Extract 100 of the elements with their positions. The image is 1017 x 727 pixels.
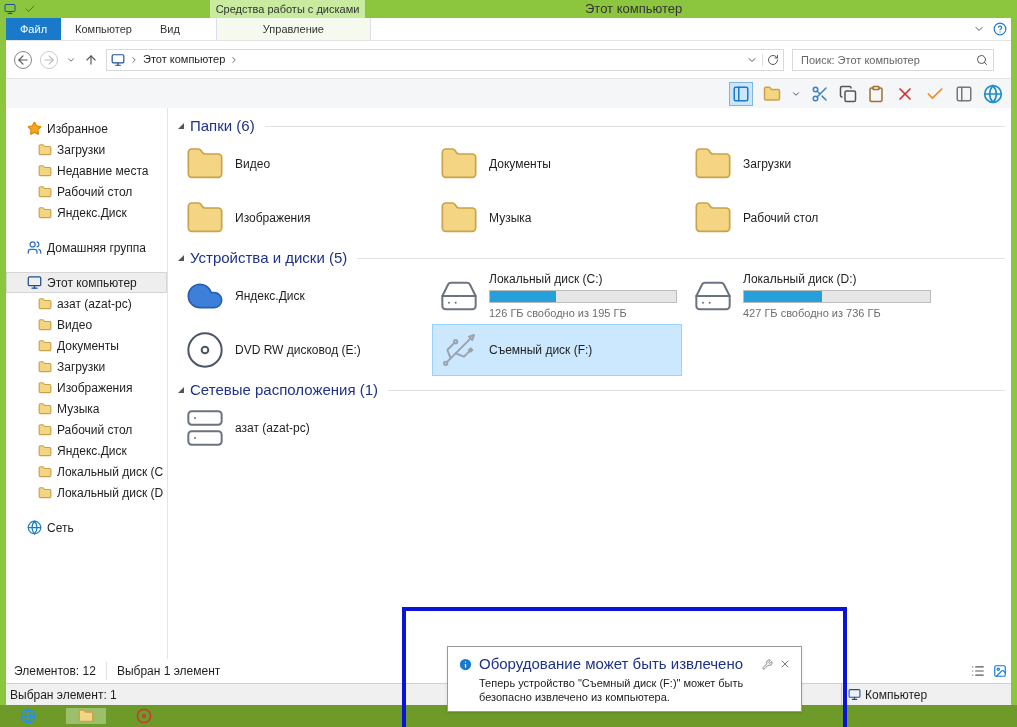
sidebar-item[interactable]: Видео [6,314,167,335]
people-icon [27,240,42,255]
item-name: Яндекс.Диск [235,288,305,305]
ribbon-tab[interactable]: Файл [6,18,62,40]
notification-title: Оборудование может быть извлечено [479,654,744,674]
computer-icon [111,52,125,67]
ribbon-tab[interactable]: Компьютер [61,18,146,40]
group-heading[interactable]: Папки (6) [190,114,255,138]
item-name: Документы [489,156,551,173]
item-tile[interactable]: Документы [432,138,682,190]
item-tile[interactable]: азат (azat-pc) [178,402,428,454]
disc-drive-icon [185,330,225,370]
chevron-right-icon [129,54,139,65]
free-space-text: 427 ГБ свободно из 736 ГБ [743,306,882,322]
item-tile[interactable]: Изображения [178,192,428,244]
globe-icon [27,520,42,535]
sidebar-item[interactable]: Домашняя группа [6,237,167,258]
sidebar-item[interactable]: Избранное [6,118,167,139]
location-text: Компьютер [865,686,928,704]
sidebar-item[interactable]: Музыка [6,398,167,419]
item-tile[interactable]: Яндекс.Диск [178,270,428,322]
item-tile[interactable]: Видео [178,138,428,190]
monitor-icon [27,275,42,290]
sidebar-item[interactable]: Загрузки [6,139,167,160]
item-tile[interactable]: Съемный диск (F:) [432,324,682,376]
item-tile[interactable]: Загрузки [686,138,936,190]
star-icon [27,121,42,136]
sidebar-item[interactable]: Локальный диск (D [6,482,167,503]
sidebar-item[interactable]: Рабочий стол [6,419,167,440]
media-server-icon [185,408,225,448]
selection-count: Выбран 1 элемент [115,663,221,680]
sidebar-item[interactable]: Локальный диск (C [6,461,167,482]
paste-icon[interactable] [867,84,885,103]
folder-icon [38,184,52,199]
folder-icon [38,338,52,353]
notification-body: Теперь устройство "Съемный диск (F:)" может быть безопасно извлечено из компьютера. [478,675,745,704]
collapse-triangle-icon[interactable] [178,255,184,261]
pane-layout-icon[interactable] [729,81,753,106]
search-field[interactable]: Поиск: Этот компьютер [792,48,994,71]
tiles-view-icon[interactable] [993,664,1007,678]
folder-icon [38,359,52,374]
collapse-triangle-icon[interactable] [178,387,184,393]
folder-icon [38,163,52,178]
copy-icon[interactable] [839,84,857,103]
wrench-icon[interactable] [762,658,773,670]
sidebar-item[interactable]: Недавние места [6,160,167,181]
cut-icon[interactable] [811,84,829,103]
collapse-triangle-icon[interactable] [178,123,184,129]
item-name: DVD RW дисковод (E:) [235,342,361,359]
free-space-text: 126 ГБ свободно из 195 ГБ [489,306,628,322]
item-tile[interactable]: Рабочий стол [686,192,936,244]
item-name: азат (azat-pc) [235,420,310,437]
context-tab-group: Средства работы с дисками [210,0,365,18]
ribbon-tab[interactable]: Управление [215,18,371,40]
refresh-icon[interactable] [762,53,779,66]
item-name: Изображения [235,210,311,227]
folder-icon [38,296,52,311]
window-title: Этот компьютер [585,0,683,19]
info-icon [458,656,473,672]
sidebar-item[interactable]: Яндекс.Диск [6,440,167,461]
folder-icon [38,380,52,395]
folder-icon [38,205,52,220]
drive-name: Локальный диск (D:) [743,271,858,289]
folder-icon[interactable] [763,84,781,103]
sidebar-item[interactable]: Загрузки [6,356,167,377]
details-view-icon[interactable] [971,664,985,678]
item-tile[interactable]: Музыка [432,192,682,244]
sidebar-item[interactable]: Документы [6,335,167,356]
address-field[interactable]: Этот компьютер [106,48,784,71]
item-tile[interactable]: DVD RW дисковод (E:) [178,324,428,376]
item-count: Элементов: 12 [6,662,107,680]
item-name: Съемный диск (F:) [489,342,593,359]
search-icon [976,53,988,66]
sidebar-item[interactable]: Яндекс.Диск [6,202,167,223]
item-name: Загрузки [743,156,792,173]
drive-name: Локальный диск (C:) [489,271,604,289]
monitor-icon [848,688,861,701]
help-icon[interactable] [993,22,1007,36]
folder-icon [38,464,52,479]
folder-icon [38,485,52,500]
item-name: Рабочий стол [743,210,819,227]
item-tile[interactable]: Локальный диск (D:) 427 ГБ свободно из 736 ГБ [686,270,936,322]
sidebar-item[interactable]: Рабочий стол [6,181,167,202]
item-tile[interactable]: Локальный диск (C:) 126 ГБ свободно из 195 ГБ [432,270,682,322]
ribbon-tab[interactable]: Вид [146,18,194,40]
sidebar-item[interactable]: Сеть [6,517,167,538]
folder-icon [38,443,52,458]
item-name: Видео [235,156,271,173]
sidebar-item[interactable]: Этот компьютер [6,272,167,293]
folder-icon [38,142,52,157]
up-icon[interactable] [84,52,98,67]
folder-icon [38,422,52,437]
sidebar-item[interactable]: Изображения [6,377,167,398]
group-heading[interactable]: Сетевые расположения (1) [190,378,379,402]
folder-icon [38,401,52,416]
computer-icon [4,3,16,15]
address-path: Этот компьютер [143,52,226,68]
group-heading[interactable]: Устройства и диски (5) [190,246,348,270]
details-text: Выбран элемент: 1 [9,686,117,704]
sidebar-item[interactable]: азат (azat-pc) [6,293,167,314]
